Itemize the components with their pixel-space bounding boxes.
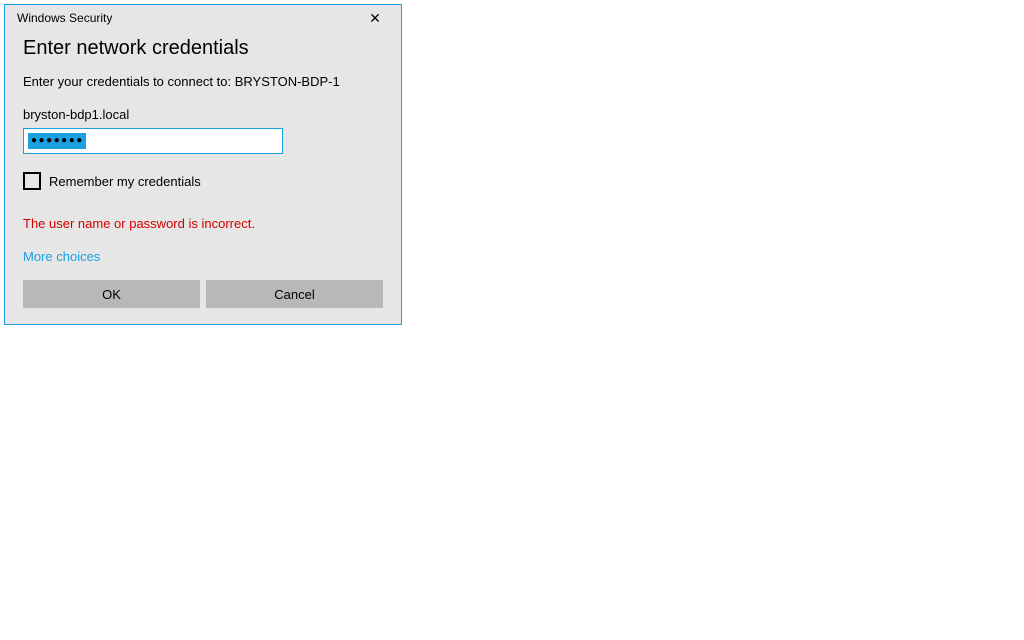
window-title: Windows Security	[17, 11, 112, 25]
more-choices-link[interactable]: More choices	[23, 249, 100, 264]
instruction-text: Enter your credentials to connect to: BR…	[23, 74, 383, 89]
ok-button[interactable]: OK	[23, 280, 200, 308]
username-display: bryston-bdp1.local	[23, 107, 383, 122]
cancel-button[interactable]: Cancel	[206, 280, 383, 308]
checkbox-icon	[23, 172, 41, 190]
close-icon: ✕	[369, 11, 381, 25]
dialog-heading: Enter network credentials	[23, 37, 383, 60]
dialog-content: Enter network credentials Enter your cre…	[5, 31, 401, 324]
credentials-dialog: Windows Security ✕ Enter network credent…	[4, 4, 402, 325]
titlebar: Windows Security ✕	[5, 5, 401, 31]
password-field-wrap: ●●●●●●●	[23, 128, 383, 154]
close-button[interactable]: ✕	[355, 6, 395, 30]
remember-label: Remember my credentials	[49, 174, 201, 189]
error-message: The user name or password is incorrect.	[23, 216, 383, 231]
remember-checkbox-row[interactable]: Remember my credentials	[23, 172, 383, 190]
button-row: OK Cancel	[23, 280, 383, 308]
password-masked-value: ●●●●●●●	[28, 133, 86, 149]
password-input[interactable]: ●●●●●●●	[23, 128, 283, 154]
